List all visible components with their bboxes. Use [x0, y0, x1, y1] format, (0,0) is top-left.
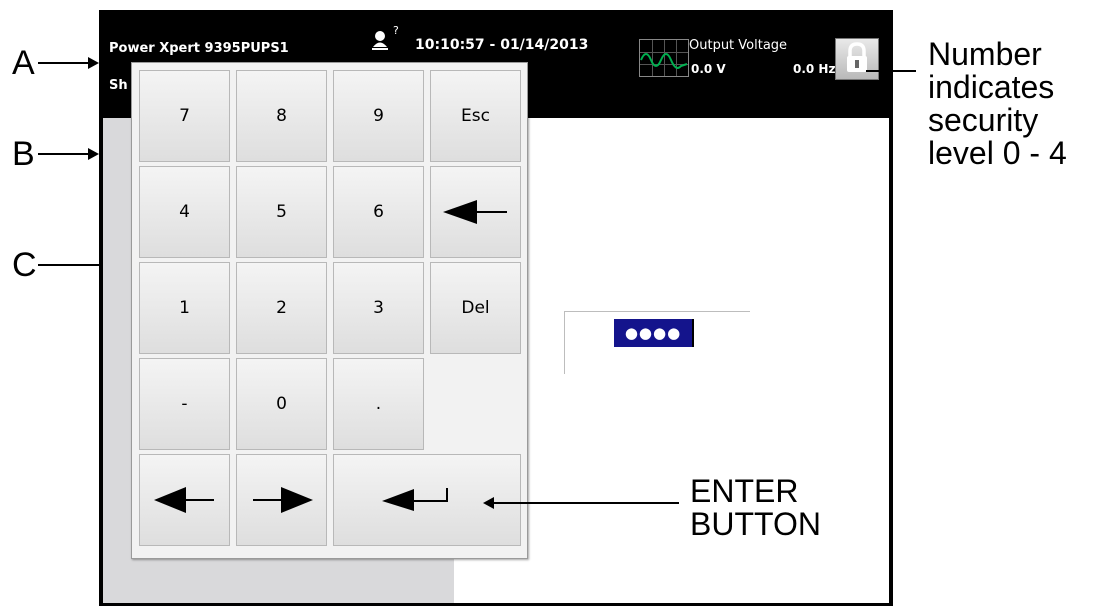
key-1[interactable]: 1 — [139, 262, 230, 354]
key-esc[interactable]: Esc — [430, 70, 521, 162]
key-3[interactable]: 3 — [333, 262, 424, 354]
menu-partial-label: Sh — [109, 78, 128, 93]
datetime: 10:10:57 - 01/14/2013 — [415, 37, 589, 53]
right-arrow-icon — [252, 487, 313, 513]
key-del[interactable]: Del — [430, 262, 521, 354]
waveform-icon — [639, 39, 689, 77]
enter-note-line-1: ENTER — [690, 473, 799, 509]
cursor-left-button[interactable] — [139, 454, 230, 546]
key-5[interactable]: 5 — [236, 166, 327, 258]
enter-callout-arrow-line — [494, 502, 679, 504]
left-arrow-icon — [442, 200, 507, 224]
key-2[interactable]: 2 — [236, 262, 327, 354]
callout-c-label: C — [12, 246, 37, 284]
callout-b-arrowhead — [88, 148, 99, 160]
callout-a-arrow-line — [38, 62, 88, 64]
callout-b-label: B — [12, 135, 35, 173]
device-name: Power Xpert 9395PUPS1 — [109, 41, 289, 56]
help-glyph: ? — [393, 24, 399, 37]
callout-a-arrowhead — [88, 57, 99, 69]
meter-title: Output Voltage — [689, 38, 788, 53]
key-4[interactable]: 4 — [139, 166, 230, 258]
lock-icon — [847, 42, 867, 72]
key-9[interactable]: 9 — [333, 70, 424, 162]
security-note-line-1: Number — [928, 36, 1042, 72]
callout-b-arrow-line — [38, 153, 88, 155]
security-level-note: Number indicates security level 0 - 4 — [928, 38, 1067, 170]
cursor-right-button[interactable] — [236, 454, 327, 546]
enter-note-line-2: BUTTON — [690, 506, 821, 542]
security-note-line-2: indicates — [928, 69, 1055, 105]
security-note-line-4: level 0 - 4 — [928, 135, 1067, 171]
key-0[interactable]: 0 — [236, 358, 327, 450]
security-lock-button[interactable] — [835, 38, 879, 80]
callout-a-label: A — [12, 44, 35, 82]
key-decimal[interactable]: . — [333, 358, 424, 450]
security-note-line-3: security — [928, 102, 1039, 138]
frequency-reading: 0.0 Hz — [793, 62, 836, 76]
enter-button-note: ENTER BUTTON — [690, 475, 821, 541]
enter-return-icon — [382, 488, 448, 511]
key-6[interactable]: 6 — [333, 166, 424, 258]
numeric-keypad: 7 8 9 Esc 4 5 6 1 2 3 Del - 0 . — [131, 62, 528, 559]
key-backspace[interactable] — [430, 166, 521, 258]
security-callout-line — [866, 70, 916, 72]
key-minus[interactable]: - — [139, 358, 230, 450]
voltage-reading: 0.0 V — [691, 62, 726, 76]
left-arrow-icon — [153, 487, 214, 513]
password-input[interactable]: ●●●● — [614, 319, 694, 347]
key-8[interactable]: 8 — [236, 70, 327, 162]
enter-callout-arrowhead — [483, 497, 494, 509]
key-7[interactable]: 7 — [139, 70, 230, 162]
